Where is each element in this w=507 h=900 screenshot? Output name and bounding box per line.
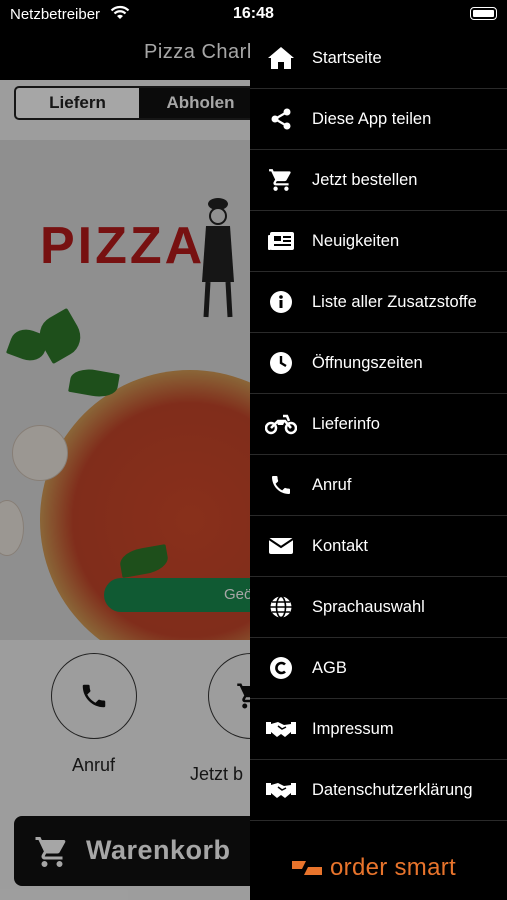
menu-item-language[interactable]: Sprachauswahl bbox=[250, 577, 507, 638]
menu-item-imprint[interactable]: Impressum bbox=[250, 699, 507, 760]
page-title: Pizza Charlc bbox=[144, 41, 263, 63]
menu-item-contact[interactable]: Kontakt bbox=[250, 516, 507, 577]
carrier-label: Netzbetreiber bbox=[10, 6, 101, 23]
handshake-icon bbox=[250, 718, 312, 740]
menu-item-home[interactable]: Startseite bbox=[250, 28, 507, 89]
phone-icon bbox=[82, 684, 106, 708]
motorcycle-icon bbox=[250, 413, 312, 435]
delivery-tab[interactable]: Liefern bbox=[16, 88, 139, 118]
clock-icon bbox=[250, 351, 312, 375]
order-mode-toggle[interactable]: Liefern Abholen bbox=[14, 86, 264, 120]
menu-item-label: Lieferinfo bbox=[312, 414, 380, 433]
order-smart-logo: order smart bbox=[290, 854, 456, 882]
menu-item-opening-hours[interactable]: Öffnungszeiten bbox=[250, 333, 507, 394]
wifi-icon bbox=[110, 5, 130, 19]
menu-item-label: Startseite bbox=[312, 48, 382, 67]
menu-item-call[interactable]: Anruf bbox=[250, 455, 507, 516]
menu-item-additives[interactable]: Liste aller Zusatzstoffe bbox=[250, 272, 507, 333]
menu-item-label: Neuigkeiten bbox=[312, 231, 400, 250]
menu-item-label: Liste aller Zusatzstoffe bbox=[312, 292, 477, 311]
menu-item-delivery-info[interactable]: Lieferinfo bbox=[250, 394, 507, 455]
menu-item-share[interactable]: Diese App teilen bbox=[250, 89, 507, 150]
garlic-image bbox=[12, 425, 68, 481]
menu-item-label: Diese App teilen bbox=[312, 109, 432, 128]
mail-icon bbox=[250, 536, 312, 556]
menu-item-news[interactable]: Neuigkeiten bbox=[250, 211, 507, 272]
menu-item-label: Anruf bbox=[312, 475, 352, 494]
chef-figure-icon bbox=[202, 198, 234, 318]
menu-item-terms[interactable]: AGB bbox=[250, 638, 507, 699]
pickup-tab[interactable]: Abholen bbox=[139, 88, 262, 118]
news-icon bbox=[250, 230, 312, 252]
cart-icon bbox=[250, 167, 312, 193]
order-smart-logo-icon bbox=[292, 861, 322, 875]
handshake-icon bbox=[250, 779, 312, 801]
battery-icon bbox=[470, 7, 497, 20]
copyright-icon bbox=[250, 656, 312, 680]
menu-item-label: Impressum bbox=[312, 719, 394, 738]
phone-icon bbox=[250, 473, 312, 497]
menu-item-label: Jetzt bestellen bbox=[312, 170, 418, 189]
status-bar: Netzbetreiber 16:48 bbox=[0, 0, 507, 28]
home-icon bbox=[250, 46, 312, 70]
menu-item-privacy[interactable]: Datenschutzerklärung bbox=[250, 760, 507, 821]
pizza-logo-text: PIZZA bbox=[40, 217, 206, 275]
globe-icon bbox=[250, 595, 312, 619]
cart-button[interactable]: Warenkorb bbox=[14, 816, 274, 886]
order-action-label: Jetzt b bbox=[190, 764, 244, 784]
garlic-image bbox=[0, 500, 24, 556]
hero-image: PIZZA Geö bbox=[0, 140, 260, 640]
menu-item-order[interactable]: Jetzt bestellen bbox=[250, 150, 507, 211]
opening-hours-button[interactable]: Geö bbox=[104, 578, 260, 612]
menu-item-label: Sprachauswahl bbox=[312, 597, 425, 616]
menu-item-label: Kontakt bbox=[312, 536, 368, 555]
menu-item-label: Datenschutzerklärung bbox=[312, 780, 473, 799]
share-icon bbox=[250, 107, 312, 131]
call-action-button[interactable] bbox=[51, 653, 137, 739]
menu-item-label: AGB bbox=[312, 658, 347, 677]
cart-label: Warenkorb bbox=[86, 835, 231, 865]
brand-name: order smart bbox=[330, 854, 456, 881]
side-menu: Startseite Diese App teilen Jetzt bestel… bbox=[250, 28, 507, 900]
menu-item-label: Öffnungszeiten bbox=[312, 353, 423, 372]
info-icon bbox=[250, 290, 312, 314]
call-action-label: Anruf bbox=[72, 755, 116, 775]
clock-time: 16:48 bbox=[233, 5, 274, 22]
cart-icon bbox=[35, 837, 66, 867]
